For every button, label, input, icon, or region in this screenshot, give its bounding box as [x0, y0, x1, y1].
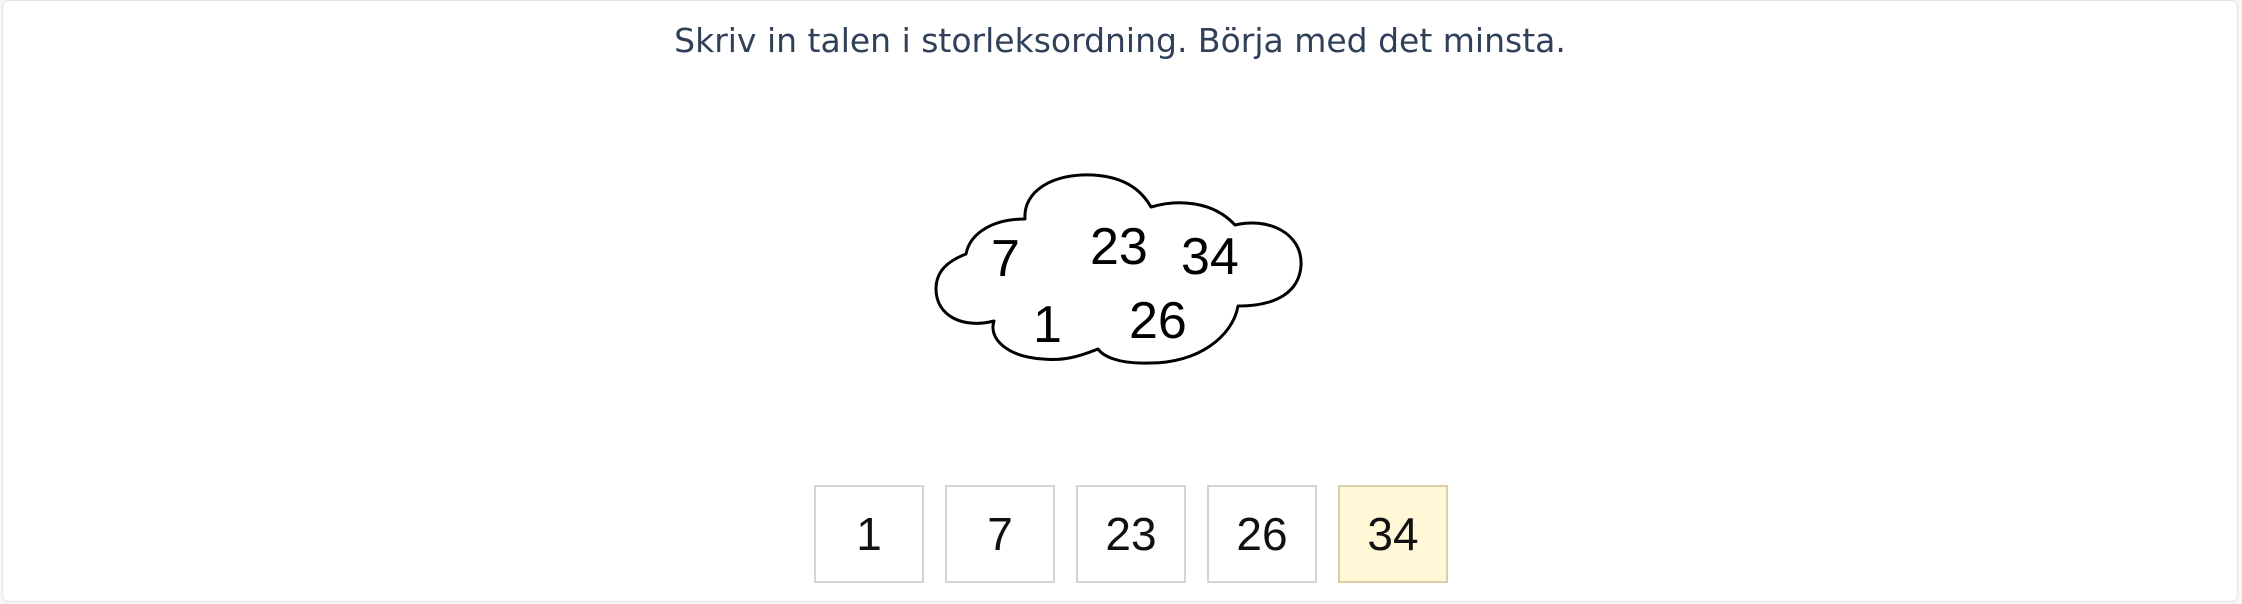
cloud-number: 1 [1033, 296, 1062, 354]
cloud-number: 26 [1129, 292, 1187, 350]
cloud-number: 23 [1090, 218, 1148, 276]
answer-input-3[interactable]: 23 [1076, 485, 1186, 583]
answer-input-4[interactable]: 26 [1207, 485, 1317, 583]
instruction-text: Skriv in talen i storleksordning. Börja … [674, 21, 1566, 60]
answer-input-1[interactable]: 1 [814, 485, 924, 583]
cloud-number: 7 [991, 230, 1020, 288]
answer-row: 1 7 23 26 34 [814, 485, 1448, 583]
exercise-card: Skriv in talen i storleksordning. Börja … [2, 0, 2238, 602]
cloud-number: 34 [1181, 228, 1239, 286]
number-cloud: 7 23 34 1 26 [928, 171, 1308, 371]
answer-input-2[interactable]: 7 [945, 485, 1055, 583]
answer-input-5[interactable]: 34 [1338, 485, 1448, 583]
